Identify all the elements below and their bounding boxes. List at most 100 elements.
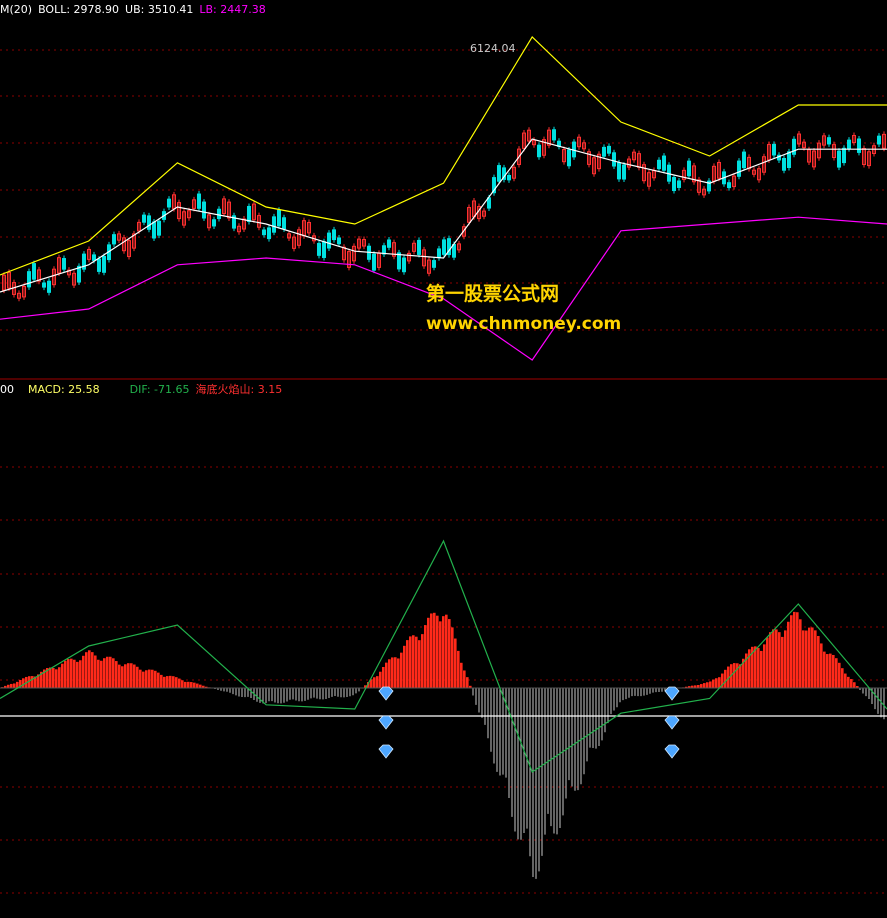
candle-body [142,214,146,223]
macd-bar [775,629,778,688]
macd-bar [196,683,199,688]
macd-header: 00 MACD: 25.58 DIF: -71.65 海底火焰山: 3.15 [0,381,288,397]
macd-value: MACD: 25.58 [28,383,100,396]
candle-body [112,234,116,245]
macd-bar [784,630,787,688]
macd-bar [193,682,196,688]
macd-bar [157,672,160,688]
macd-bar [763,644,766,688]
macd-bar [133,664,136,688]
macd-bar [400,652,403,688]
macd-bar [445,614,448,688]
macd-bar [787,621,790,688]
candle-body [737,160,741,177]
macd-bar [409,636,412,688]
macd-bar [781,636,784,688]
candle-body [97,258,101,272]
macd-bar [772,629,775,688]
candle-body [432,260,436,268]
macd-bar [376,676,379,688]
candle-body [657,159,661,170]
macd-bar [115,661,118,688]
candle-body [147,215,151,230]
macd-bar [706,682,709,688]
macd-bar [766,637,769,688]
macd-bar [463,670,466,688]
macd-bar [109,656,112,688]
macd-bar [154,670,157,688]
macd-bar [451,627,454,688]
macd-bar [829,653,832,688]
macd-bar [430,613,433,688]
candle-body [672,177,676,192]
macd-bar [805,630,808,688]
macd-bar [415,636,418,688]
macd-bar [145,670,148,688]
candle-body [262,229,266,236]
candle-body [32,263,36,280]
macd-bar [832,654,835,688]
candle-body [327,232,331,249]
candle-body [197,193,201,209]
macd-bar [124,664,127,688]
macd-bar [442,616,445,688]
macd-bar [160,674,163,688]
macd-bar [406,640,409,688]
macd-bar [22,678,25,688]
macd-bar [13,683,16,688]
peak-label: 6124.04 [470,42,516,55]
macd-bar [814,630,817,688]
candle-body [387,239,391,248]
candle-body [742,151,746,169]
macd-bar [427,617,430,688]
macd-bar [100,660,103,688]
macd-bar [841,668,844,688]
candle-body [537,144,541,158]
macd-bar [844,673,847,688]
candle-body [687,160,691,177]
macd-bar [151,669,154,688]
macd-bar [802,630,805,688]
candle-body [282,217,286,230]
macd-bar [61,663,64,688]
macd-bar [793,611,796,688]
candle-body [877,135,881,145]
lb-value: LB: 2447.38 [199,3,266,16]
macd-bar [91,652,94,688]
candle-body [612,152,616,167]
macd-bar [403,645,406,688]
macd-bar [700,684,703,688]
macd-bar [835,658,838,688]
macd-bar [799,619,802,688]
macd-bar [178,678,181,688]
macd-bar [130,663,133,688]
macd-bar [118,664,121,688]
macd-bar [10,683,13,688]
candle-body [827,137,831,145]
candle-body [452,244,456,258]
macd-bar [175,677,178,688]
macd-bar [73,659,76,688]
boll-header-lead: M(20) [0,3,33,16]
macd-bar [736,663,739,688]
candle-body [787,151,791,169]
macd-bar [55,669,58,688]
macd-bar [94,655,97,688]
macd-bar [712,679,715,688]
macd-bar [778,632,781,688]
macd-bar [52,667,55,688]
macd-bar [760,650,763,688]
candle-body [857,138,861,153]
macd-bar [457,650,460,688]
macd-bar [373,677,376,688]
candle-body [47,280,51,293]
macd-header-lead: 00 [0,383,14,396]
candle-body [662,155,666,171]
macd-bar [769,632,772,688]
candle-body [337,237,341,245]
candle-body [792,138,796,155]
candle-body [152,221,156,239]
candle-body [622,164,626,180]
macd-bar [418,640,421,688]
candle-body [602,146,606,157]
